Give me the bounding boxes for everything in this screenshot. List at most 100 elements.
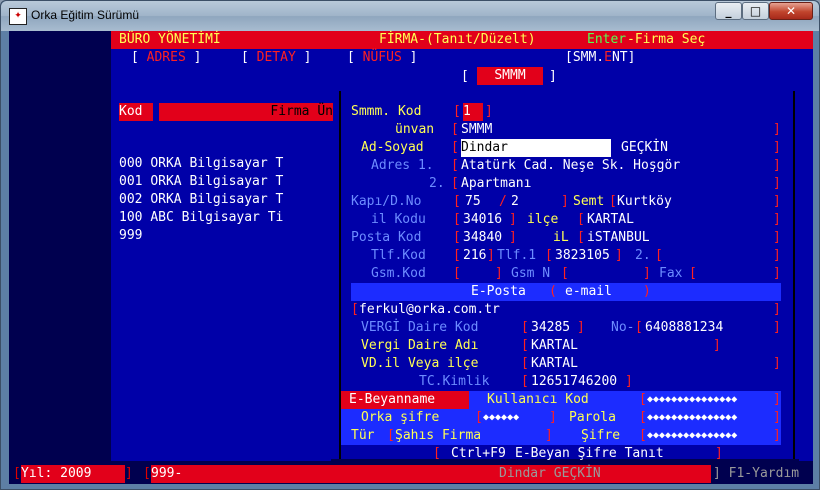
- tab-nufus[interactable]: [ NÜFUS ]: [347, 49, 417, 67]
- bracket: ]: [715, 446, 723, 461]
- bracket: [: [451, 158, 459, 173]
- maximize-icon: □: [749, 4, 762, 18]
- bracket: [: [521, 374, 529, 389]
- ctrl-f9-key[interactable]: Ctrl+F9: [451, 445, 506, 463]
- tc-kimlik-label: TC.Kimlik: [419, 374, 490, 389]
- tab-smm-ent[interactable]: [SMM.ENT]: [565, 49, 635, 67]
- unvan-field[interactable]: SMMM: [461, 121, 492, 139]
- eposta-label: E-Posta: [471, 284, 526, 299]
- bracket: [: [433, 446, 441, 461]
- adres1-field[interactable]: Atatürk Cad. Neşe Sk. Hoşgör: [461, 157, 680, 175]
- table-row[interactable]: 001 ORKA Bilgisayar T: [119, 173, 283, 191]
- application-window: ✦ Orka Eğitim Sürümü _ □ ✕ BÜRO YÖNETİMİ…: [0, 0, 820, 490]
- unvan-label: ünvan: [395, 122, 435, 137]
- table-row[interactable]: 999: [119, 227, 283, 245]
- maximize-button[interactable]: □: [742, 2, 769, 20]
- bracket: [: [453, 230, 461, 245]
- bracket: [: [451, 176, 459, 191]
- vergi-daire-adi-field[interactable]: KARTAL: [531, 337, 578, 355]
- parola-field[interactable]: ◆◆◆◆◆◆◆◆◆◆◆◆◆◆◆: [647, 409, 737, 427]
- tlf2-label: 2.: [635, 248, 651, 263]
- tur-field[interactable]: Şahıs Firma: [395, 427, 481, 445]
- bracket: ]: [561, 194, 569, 209]
- tc-kimlik-field[interactable]: 12651746200: [531, 373, 617, 391]
- bracket: ]: [773, 176, 781, 191]
- bracket: ]: [509, 212, 517, 227]
- bracket: ]: [773, 140, 781, 155]
- gsm-n-label: Gsm N: [511, 266, 551, 281]
- tlf1-field[interactable]: 3823105: [555, 247, 610, 265]
- vd-il-field[interactable]: KARTAL: [531, 355, 578, 373]
- close-icon: ✕: [785, 4, 797, 18]
- orka-app-icon[interactable]: ✦: [9, 8, 27, 25]
- adres1-label: Adres 1.: [371, 158, 434, 173]
- bracket: [: [639, 428, 647, 443]
- sifre-field[interactable]: ◆◆◆◆◆◆◆◆◆◆◆◆◆◆◆: [647, 427, 737, 445]
- bracket: [: [453, 194, 461, 209]
- close-button[interactable]: ✕: [769, 2, 813, 20]
- title-bar[interactable]: ✦ Orka Eğitim Sürümü _ □ ✕: [1, 1, 819, 31]
- ilce-field[interactable]: KARTAL: [587, 211, 634, 229]
- daire-no-field[interactable]: 2: [511, 193, 519, 211]
- ad-soyad-label: Ad-Soyad: [361, 140, 424, 155]
- vergi-daire-kod-field[interactable]: 34285: [531, 319, 570, 337]
- window-title: Orka Eğitim Sürümü: [31, 8, 140, 22]
- posta-kod-label: Posta Kod: [351, 230, 422, 245]
- bracket: [: [545, 248, 553, 263]
- bracket: [: [655, 248, 663, 263]
- table-row[interactable]: 002 ORKA Bilgisayar T: [119, 191, 283, 209]
- table-row[interactable]: 000 ORKA Bilgisayar T: [119, 155, 283, 173]
- il-label: iL: [553, 230, 569, 245]
- e-beyan-sifre-hint: E-Beyan Şifre Tanıt: [515, 446, 664, 461]
- bracket: ]: [485, 104, 493, 119]
- orka-sifre-field[interactable]: ◆◆◆◆◆◆: [483, 409, 519, 427]
- screen-title: FİRMA-(Tanıt/Düzelt): [379, 32, 536, 47]
- minimize-button[interactable]: _: [715, 2, 742, 20]
- il-field[interactable]: iSTANBUL: [587, 229, 650, 247]
- bracket: ]: [773, 302, 781, 317]
- kullanici-kod-label: Kullanıcı Kod: [487, 392, 589, 407]
- semt-field[interactable]: Kurtköy: [617, 193, 672, 211]
- kullanici-kod-field[interactable]: ◆◆◆◆◆◆◆◆◆◆◆◆◆◆◆: [647, 391, 737, 409]
- e-beyanname-label: E-Beyanname: [341, 391, 469, 409]
- bracket: [: [689, 266, 697, 281]
- bracket: [: [451, 140, 459, 155]
- smmm-kod-field[interactable]: 1: [463, 103, 483, 121]
- tab-smmm[interactable]: SMMM: [477, 67, 543, 85]
- module-title: BÜRO YÖNETİMİ: [119, 32, 221, 47]
- bracket: ]: [773, 194, 781, 209]
- soyad-field[interactable]: GEÇKİN: [621, 139, 668, 157]
- table-row[interactable]: 100 ABC Bilgisayar Ti: [119, 209, 283, 227]
- user-name: Dindar GEÇKİN: [499, 466, 601, 481]
- bracket: [: [577, 212, 585, 227]
- bracket: ]: [509, 230, 517, 245]
- gsm-kod-label: Gsm.Kod: [371, 266, 426, 281]
- bracket: ]: [625, 374, 633, 389]
- vergi-no-field[interactable]: 6408881234: [645, 319, 723, 337]
- bracket: [: [635, 320, 643, 335]
- ad-field[interactable]: Dindar: [461, 139, 611, 157]
- bracket: ]: [773, 356, 781, 371]
- firm-list: 000 ORKA Bilgisayar T 001 ORKA Bilgisaya…: [119, 155, 283, 245]
- tlf-kod-field[interactable]: 216: [463, 247, 486, 265]
- bracket: [: [521, 356, 529, 371]
- il-kodu-field[interactable]: 34016: [463, 211, 502, 229]
- bracket: [: [561, 266, 569, 281]
- bracket: [: [453, 104, 461, 119]
- kapi-no-field[interactable]: 75: [465, 193, 481, 211]
- slash: /: [499, 194, 507, 209]
- bracket: ]: [549, 410, 557, 425]
- bracket: ]: [615, 248, 623, 263]
- bracket: ]: [125, 466, 133, 481]
- eposta-field[interactable]: ferkul@orka.com.tr: [359, 301, 500, 319]
- bracket: ]: [773, 392, 781, 407]
- bracket: [: [639, 392, 647, 407]
- vergi-daire-adi-label: Vergi Daire Adı: [361, 338, 479, 353]
- tab-detay[interactable]: [ DETAY ]: [241, 49, 311, 67]
- posta-kod-field[interactable]: 34840: [463, 229, 502, 247]
- adres2-field[interactable]: Apartmanı: [461, 175, 531, 193]
- sifre-label: Şifre: [581, 428, 621, 443]
- bracket: [: [609, 194, 617, 209]
- adres2-label: 2.: [429, 176, 445, 191]
- tab-adres[interactable]: [ ADRES ]: [131, 49, 201, 67]
